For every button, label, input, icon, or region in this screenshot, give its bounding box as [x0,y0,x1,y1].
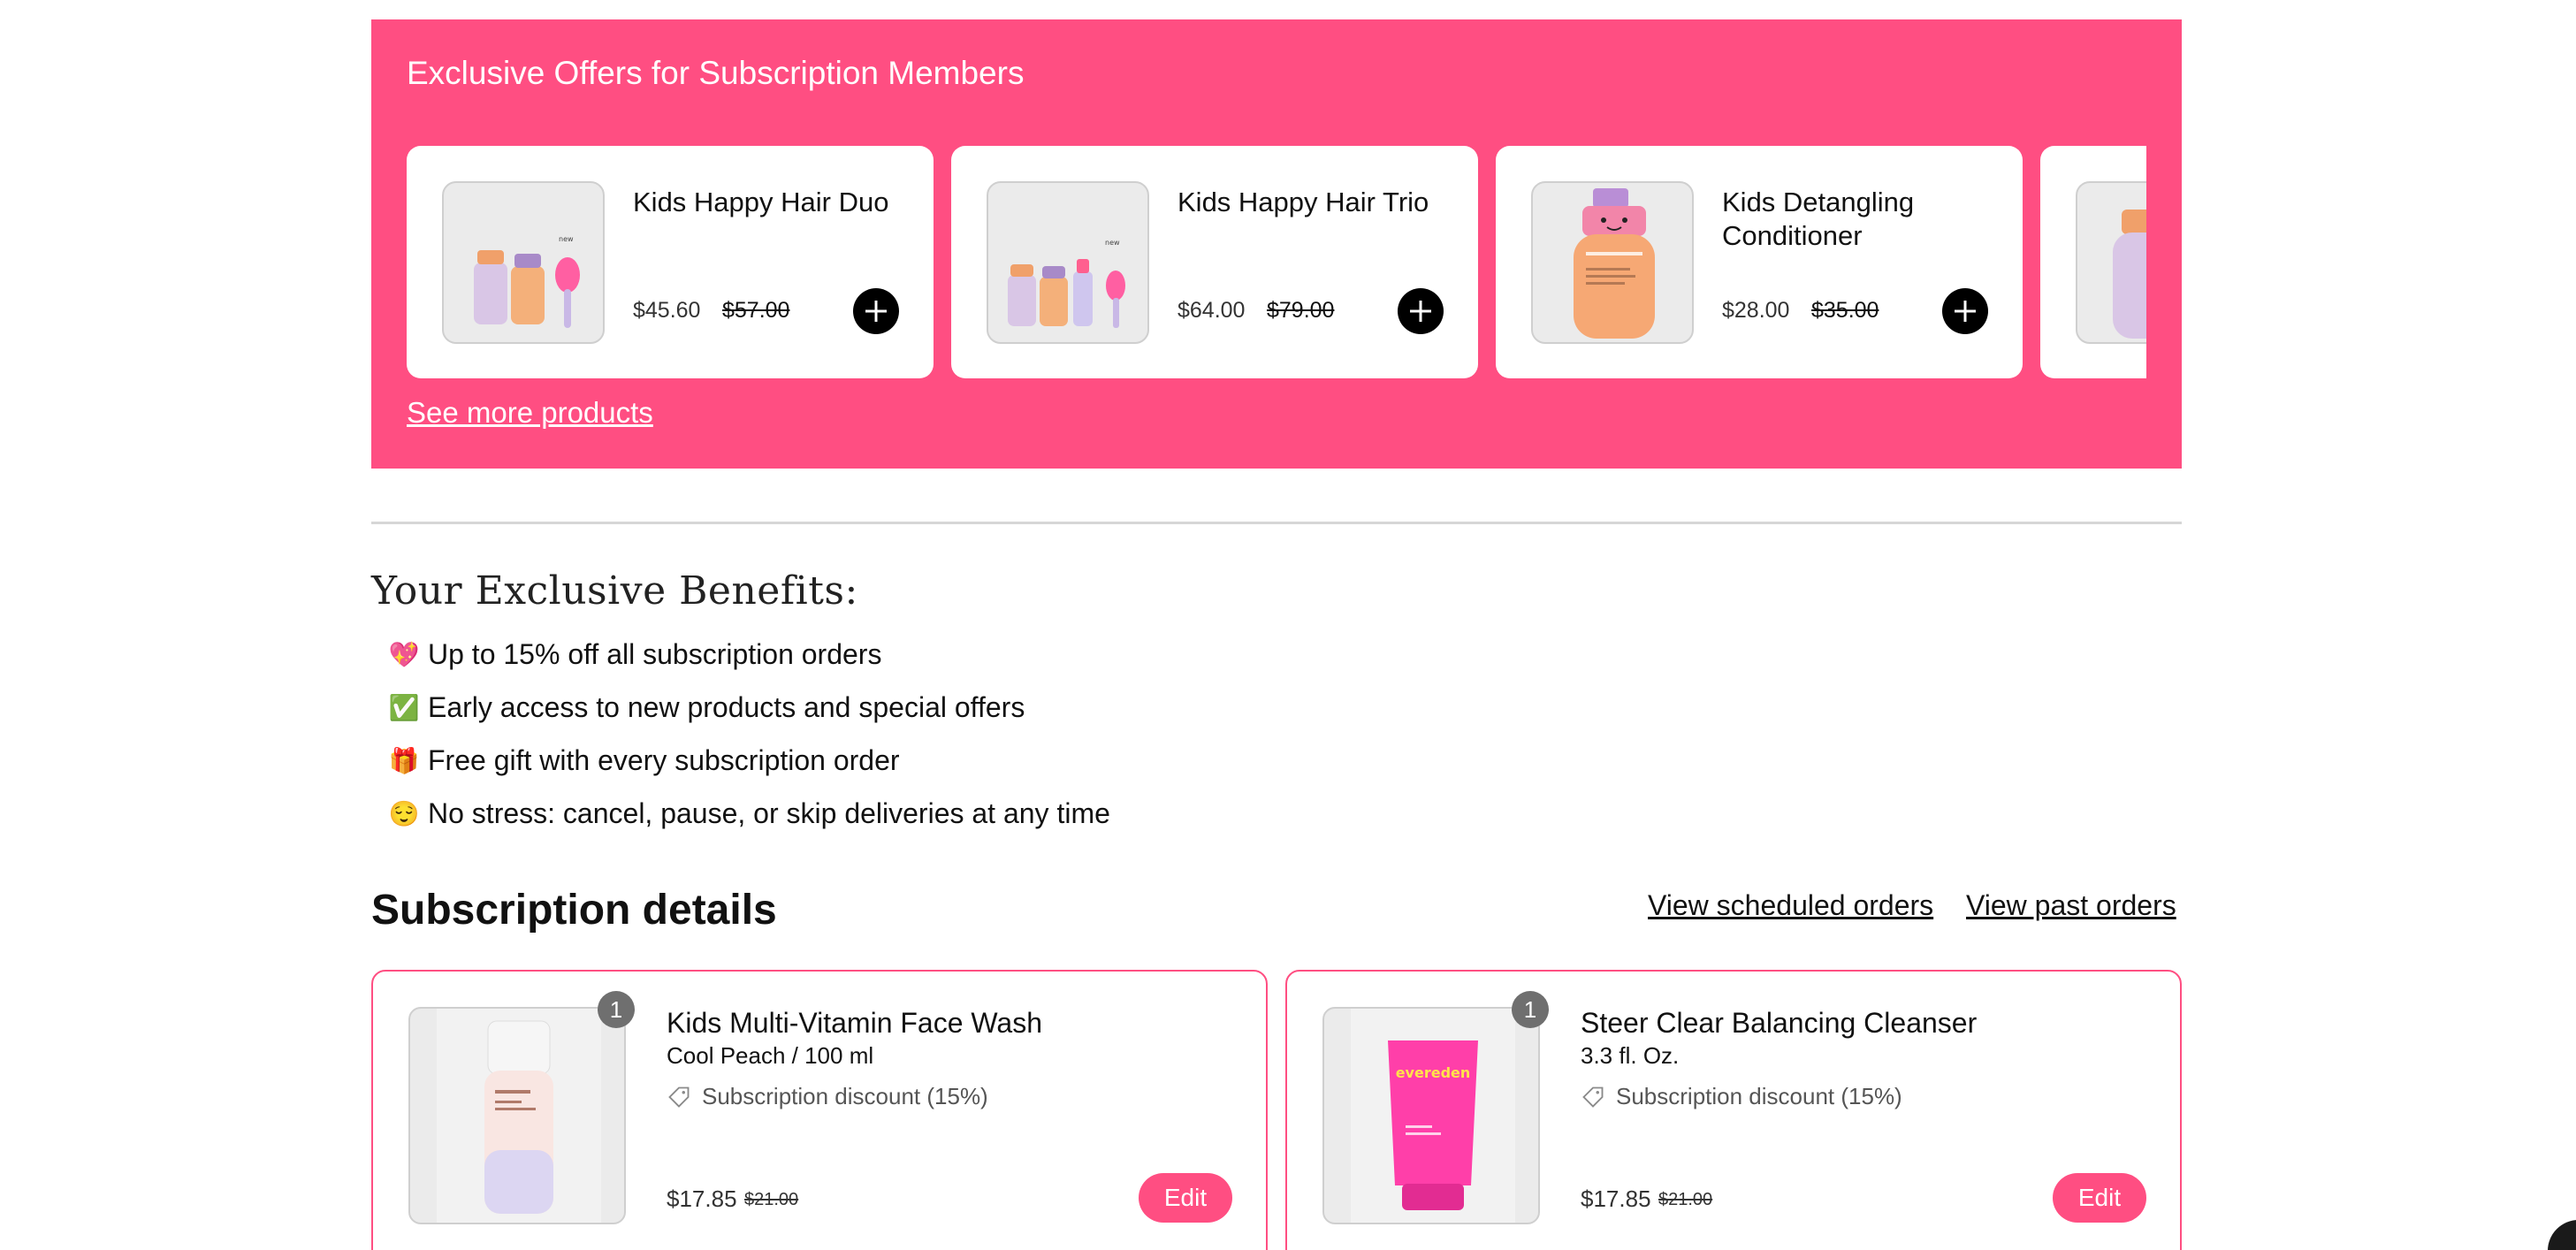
product-original-price: $57.00 [722,298,790,323]
product-name[interactable]: Steer Clear Balancing Cleanser [1581,1007,1977,1040]
view-scheduled-orders-link[interactable]: View scheduled orders [1648,889,1933,922]
original-price: $21.00 [744,1190,799,1209]
benefit-item: ✅ Early access to new products and speci… [387,691,1025,724]
product-variant: Cool Peach / 100 ml [667,1042,874,1069]
edit-button[interactable]: Edit [2053,1173,2146,1223]
product-name[interactable]: Kids Happy Hair Duo [633,186,898,219]
offer-card[interactable]: new Kids Happy Hair Trio $64.00 $79.00 [951,146,1478,378]
edit-button[interactable]: Edit [1139,1173,1232,1223]
gift-icon: 🎁 [388,747,420,774]
view-past-orders-link[interactable]: View past orders [1966,889,2176,922]
original-price: $21.00 [1658,1190,1713,1209]
benefit-text: No stress: cancel, pause, or skip delive… [428,797,1110,829]
offers-carousel[interactable]: new Kids Happy Hair Duo $45.60 $57.00 ne… [407,126,2146,378]
svg-text:evereden: evereden [1396,1064,1471,1081]
benefit-text: Free gift with every subscription order [428,744,900,776]
quantity-badge: 1 [598,991,635,1028]
check-icon: ✅ [388,694,420,721]
product-original-price: $35.00 [1811,298,1879,323]
product-image[interactable] [408,1007,626,1224]
product-variant: 3.3 fl. Oz. [1581,1042,1680,1069]
subscription-price: $17.85 [667,1185,737,1212]
discount-text: Subscription discount (15%) [702,1083,988,1109]
product-image[interactable]: evereden [1322,1007,1540,1224]
tag-icon [668,1086,690,1108]
product-price: $64.00 [1177,298,1246,323]
discount-label: Subscription discount (15%) [1581,1083,1902,1110]
add-to-subscription-button[interactable] [1398,288,1444,334]
product-image[interactable]: new [442,181,605,344]
product-price: $45.60 [633,298,701,323]
offer-card[interactable]: new Kids Happy Hair Duo $45.60 $57.00 [407,146,934,378]
offer-card[interactable] [2040,146,2146,378]
product-image[interactable] [2076,181,2146,344]
offers-title: Exclusive Offers for Subscription Member… [407,55,1025,91]
product-original-price: $79.00 [1267,298,1335,323]
chat-widget-button[interactable] [2548,1220,2576,1250]
discount-text: Subscription discount (15%) [1616,1083,1902,1109]
exclusive-offers-banner: Exclusive Offers for Subscription Member… [371,19,2182,469]
section-divider [371,522,2182,524]
product-name[interactable]: Kids Happy Hair Trio [1177,186,1443,219]
quantity-badge: 1 [1512,991,1549,1028]
benefit-text: Up to 15% off all subscription orders [428,638,882,670]
benefit-item: 😌 No stress: cancel, pause, or skip deli… [387,797,1110,830]
relieved-face-icon: 😌 [388,800,420,827]
benefit-item: 🎁 Free gift with every subscription orde… [387,744,900,777]
add-to-subscription-button[interactable] [1942,288,1988,334]
offer-card[interactable]: Kids Detangling Conditioner $28.00 $35.0… [1496,146,2023,378]
heart-icon: 💖 [388,641,420,668]
product-name[interactable]: Kids Detangling Conditioner [1722,186,1987,253]
subscription-item-card: evereden 1 Steer Clear Balancing Cleanse… [1285,970,2182,1250]
svg-text:new: new [1105,239,1120,247]
tag-icon [1582,1086,1604,1108]
benefit-text: Early access to new products and special… [428,691,1025,723]
benefits-title: Your Exclusive Benefits: [371,568,858,614]
svg-text:new: new [559,235,574,243]
product-image[interactable] [1531,181,1694,344]
benefit-item: 💖 Up to 15% off all subscription orders [387,638,882,671]
discount-label: Subscription discount (15%) [667,1083,988,1110]
product-price: $28.00 [1722,298,1790,323]
subscription-price: $17.85 [1581,1185,1651,1212]
product-image[interactable]: new [987,181,1149,344]
subscription-item-card: 1 Kids Multi-Vitamin Face Wash Cool Peac… [371,970,1268,1250]
product-name[interactable]: Kids Multi-Vitamin Face Wash [667,1007,1042,1040]
see-more-products-link[interactable]: See more products [407,396,653,430]
subscription-details-title: Subscription details [371,887,777,934]
add-to-subscription-button[interactable] [853,288,899,334]
